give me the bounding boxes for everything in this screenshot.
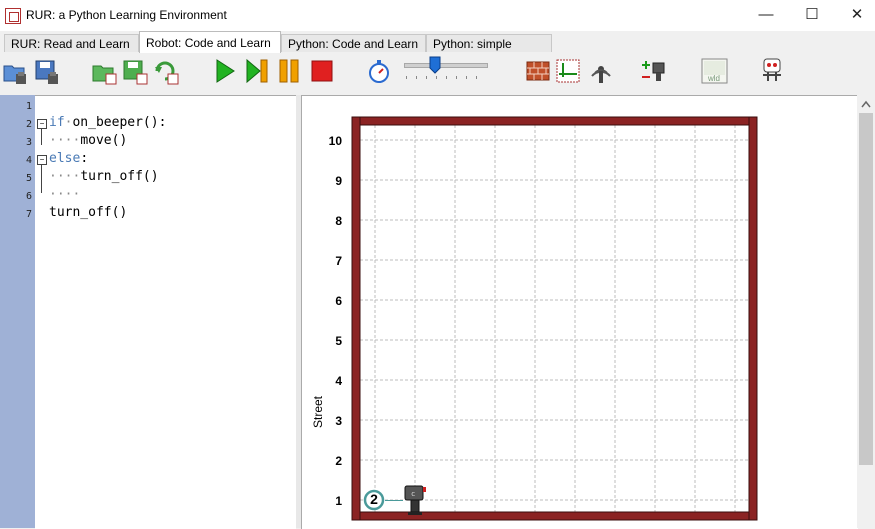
- boundary-wall: [748, 116, 758, 521]
- street-label: 5: [335, 334, 342, 348]
- street-label: 2: [335, 454, 342, 468]
- street-label: 6: [335, 294, 342, 308]
- street-axis-label: Street: [311, 396, 325, 429]
- street-label: 10: [328, 134, 342, 148]
- street-label: 9: [335, 174, 342, 188]
- scroll-up-icon[interactable]: [860, 99, 872, 109]
- boundary-wall: [351, 116, 361, 521]
- robot-trace: [385, 500, 403, 501]
- beeper-count: 2: [370, 491, 378, 507]
- world-grid: [351, 116, 758, 521]
- svg-text:c: c: [411, 490, 415, 498]
- street-label: 1: [335, 494, 342, 508]
- boundary-wall: [351, 116, 758, 126]
- robot-icon: c: [404, 485, 426, 515]
- scrollbar-thumb[interactable]: [859, 113, 873, 465]
- street-label: 7: [335, 254, 342, 268]
- street-label: 4: [335, 374, 342, 388]
- vertical-scrollbar[interactable]: [857, 95, 875, 528]
- street-label: 8: [335, 214, 342, 228]
- street-label: 3: [335, 414, 342, 428]
